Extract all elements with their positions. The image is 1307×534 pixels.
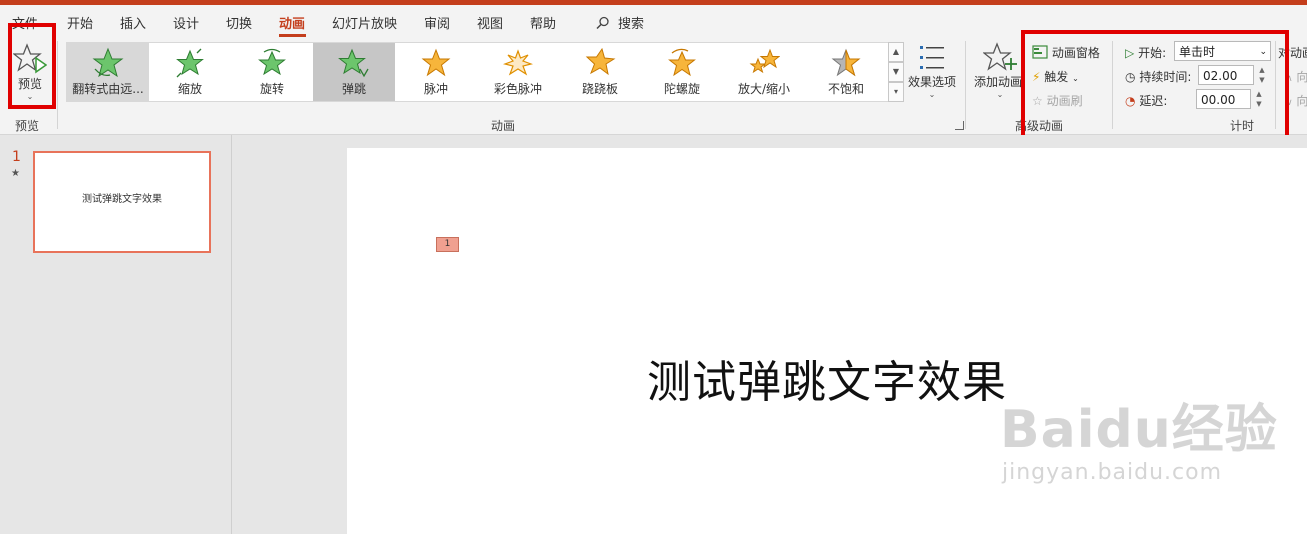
tab-insert[interactable]: 插入 [120,13,146,32]
chevron-down-icon: ⌄ [928,90,936,99]
slide-number: 1 [12,149,21,165]
anim-label: 缩放 [177,82,202,96]
anim-desaturate[interactable]: 不饱和 [805,43,887,101]
move-earlier-button[interactable]: ∧ 向 [1286,68,1307,85]
anim-zoom[interactable]: 缩放 [149,43,231,101]
tab-slideshow[interactable]: 幻灯片放映 [332,13,397,32]
tab-review[interactable]: 审阅 [424,13,450,32]
desaturate-star-icon [831,48,861,77]
move-earlier-label: 向 [1296,70,1307,84]
group-label-animations: 动画 [491,119,516,133]
tab-home[interactable]: 开始 [67,13,93,32]
anim-label: 放大/缩小 [737,82,791,96]
anim-label: 陀螺旋 [663,82,700,96]
add-animation-button[interactable]: 添加动画 ⌄ [972,41,1028,105]
search-label: 搜索 [618,17,645,32]
anim-pulse[interactable]: 脉冲 [395,43,477,101]
anim-label: 脉冲 [423,82,448,96]
group-divider [57,41,58,129]
anim-label: 旋转 [259,82,284,96]
pulse-star-icon [421,48,451,77]
dialog-launcher-icon[interactable] [955,121,964,130]
highlight-timing [1021,30,1289,152]
effect-options-icon [920,46,944,69]
animation-order-badge[interactable]: 1 [436,237,459,252]
gallery-expand[interactable]: ▾ [888,82,904,102]
tab-design[interactable]: 设计 [173,13,199,32]
anim-label: 彩色脉冲 [493,82,542,96]
flip-star-icon [92,47,124,78]
watermark: Baidu经验 jingyan.baidu.com [1000,400,1278,485]
chevron-down-icon: ⌄ [996,90,1004,99]
anim-spin[interactable]: 旋转 [231,43,313,101]
animation-gallery: 翻转式由远... 缩放 旋转 弹跳 脉冲 彩色脉冲 跷跷板 陀螺旋 放大/缩小 … [66,42,890,102]
effect-options-label: 效果选项 [907,75,956,89]
spin-star-icon [258,48,286,76]
anim-label: 弹跳 [341,82,366,96]
spinner-star-icon [668,48,696,77]
effect-options-button[interactable]: 效果选项 ⌄ [906,43,958,107]
anim-label: 不饱和 [827,82,864,96]
teeter-star-icon [585,47,616,76]
bounce-star-icon [338,48,369,78]
anim-flip[interactable]: 翻转式由远... [67,43,149,101]
add-animation-label: 添加动画 [973,75,1022,89]
move-later-label: 向 [1296,94,1307,108]
thumbnail-text: 测试弹跳文字效果 [82,194,162,205]
gallery-scroll-up[interactable]: ▲ [888,42,904,62]
search-icon [596,16,609,30]
tab-transitions[interactable]: 切换 [226,13,252,32]
color-pulse-star-icon [502,49,534,76]
tab-help[interactable]: 帮助 [530,13,556,32]
anim-teeter[interactable]: 跷跷板 [559,43,641,101]
add-animation-star-icon [983,42,1017,71]
group-label-preview: 预览 [15,119,40,133]
highlight-preview [8,23,56,109]
anim-grow-shrink[interactable]: 放大/缩小 [723,43,805,101]
tab-animations[interactable]: 动画 [279,13,305,32]
anim-spinner[interactable]: 陀螺旋 [641,43,723,101]
zoom-star-icon [176,48,204,78]
gallery-scroll: ▲ ▼ ▾ [888,42,904,102]
move-later-button[interactable]: ∨ 向 [1286,92,1307,109]
grow-shrink-star-icon [749,48,780,74]
slide-thumbnail[interactable]: 测试弹跳文字效果 [33,151,211,253]
group-divider [965,41,966,129]
anim-label: 跷跷板 [581,82,618,96]
anim-bounce[interactable]: 弹跳 [313,43,395,101]
anim-color-pulse[interactable]: 彩色脉冲 [477,43,559,101]
anim-label: 翻转式由远... [72,82,144,96]
search-box[interactable]: 搜索 [596,13,644,32]
animation-star-icon: ★ [11,168,20,179]
watermark-logo: Baidu经验 [1000,400,1278,460]
gallery-scroll-down[interactable]: ▼ [888,62,904,82]
tab-view[interactable]: 视图 [477,13,503,32]
watermark-url: jingyan.baidu.com [1002,460,1223,485]
